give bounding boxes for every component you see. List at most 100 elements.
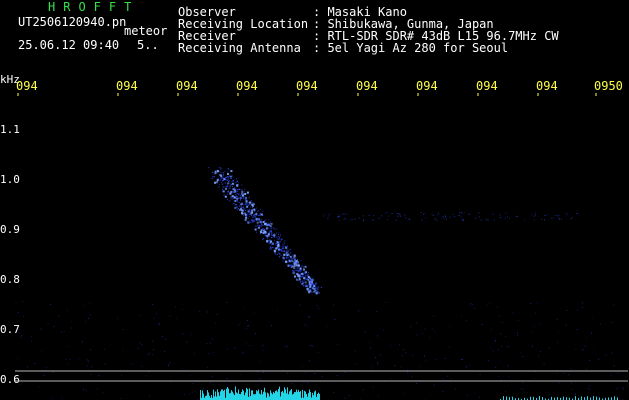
echo-pixel xyxy=(248,196,250,198)
noise-pixel xyxy=(31,336,32,338)
spectrum-bar xyxy=(211,395,212,400)
noise-pixel xyxy=(576,309,578,311)
noise-pixel xyxy=(385,301,387,303)
noise-pixel xyxy=(308,360,310,362)
echo-pixel xyxy=(259,214,261,216)
echo-pixel xyxy=(304,271,306,273)
echo-pixel xyxy=(314,292,316,294)
echo-pixel xyxy=(294,269,296,271)
echo-pixel xyxy=(304,273,306,275)
noise-pixel xyxy=(181,309,183,310)
spectrum-bar xyxy=(581,396,582,400)
noise-pixel xyxy=(622,388,624,390)
echo-pixel xyxy=(250,214,252,216)
echo-pixel xyxy=(244,208,246,210)
echo-pixel xyxy=(250,206,251,208)
echo-pixel xyxy=(288,264,290,266)
echo-pixel xyxy=(243,197,245,198)
spectrum-bar xyxy=(216,396,217,400)
noise-pixel xyxy=(410,326,412,328)
echo-pixel xyxy=(237,182,239,184)
echo-pixel xyxy=(236,207,238,209)
echo-pixel xyxy=(268,227,270,229)
noise-pixel xyxy=(424,328,426,330)
noise-pixel xyxy=(450,378,452,380)
echo-pixel xyxy=(232,180,234,182)
echo-pixel xyxy=(230,178,232,179)
echo-pixel xyxy=(297,271,299,273)
noise-pixel xyxy=(85,390,87,391)
echo-pixel xyxy=(271,242,273,244)
echo-tail-pixel xyxy=(372,219,374,221)
noise-pixel xyxy=(492,350,494,352)
noise-pixel xyxy=(581,302,583,304)
echo-pixel xyxy=(228,169,230,171)
noise-pixel xyxy=(189,374,191,376)
echo-pixel xyxy=(236,196,238,198)
noise-pixel xyxy=(498,349,499,351)
echo-tail-pixel xyxy=(567,213,569,215)
echo-tail-pixel xyxy=(478,216,480,218)
echo-pixel xyxy=(230,170,233,173)
echo-pixel xyxy=(259,226,261,228)
echo-pixel xyxy=(276,236,278,238)
echo-pixel xyxy=(278,255,280,257)
echo-tail-pixel xyxy=(531,214,533,216)
noise-pixel xyxy=(616,387,618,389)
hrofft-screen: HROFFT UT2506120940.pn meteor 25.06.12 0… xyxy=(0,0,629,400)
echo-pixel xyxy=(292,263,294,265)
echo-pixel xyxy=(316,288,318,290)
noise-pixel xyxy=(188,393,190,395)
echo-pixel xyxy=(236,200,238,201)
echo-pixel xyxy=(256,207,258,209)
echo-pixel xyxy=(315,284,317,286)
echo-pixel xyxy=(237,189,239,191)
echo-pixel xyxy=(279,257,281,259)
echo-pixel xyxy=(255,228,257,230)
noise-pixel xyxy=(206,343,208,345)
noise-pixel xyxy=(517,320,519,321)
spectrum-bar xyxy=(261,390,262,400)
noise-pixel xyxy=(370,347,371,349)
noise-pixel xyxy=(530,303,532,304)
echo-pixel xyxy=(278,250,280,251)
echo-pixel xyxy=(301,276,303,278)
echo-pixel xyxy=(220,172,222,174)
echo-pixel xyxy=(270,246,271,247)
spectrum-bar xyxy=(243,390,244,400)
noise-pixel xyxy=(415,322,417,324)
echo-tail-pixel xyxy=(576,213,578,215)
echo-pixel xyxy=(240,198,242,200)
echo-pixel xyxy=(225,187,227,190)
echo-pixel xyxy=(273,237,275,238)
spectrum-bar xyxy=(299,392,300,400)
noise-pixel xyxy=(575,394,576,395)
echo-tail-pixel xyxy=(339,215,341,217)
echo-tail-pixel xyxy=(337,216,339,217)
echo-tail-pixel xyxy=(533,219,535,221)
noise-pixel xyxy=(538,355,540,357)
spectrum-bar xyxy=(228,388,229,400)
noise-pixel xyxy=(460,358,462,360)
echo-pixel xyxy=(297,267,298,269)
echo-pixel xyxy=(260,220,261,222)
echo-pixel xyxy=(217,177,219,179)
echo-pixel xyxy=(293,265,295,267)
noise-pixel xyxy=(216,314,218,315)
noise-pixel xyxy=(411,376,413,378)
spectrum-bar xyxy=(593,396,594,400)
noise-pixel xyxy=(391,377,392,379)
echo-pixel xyxy=(294,275,296,278)
echo-pixel xyxy=(244,196,246,198)
echo-pixel xyxy=(312,292,314,293)
echo-pixel xyxy=(254,220,255,222)
noise-pixel xyxy=(344,397,346,399)
noise-pixel xyxy=(168,365,169,366)
echo-pixel xyxy=(282,247,284,249)
echo-pixel xyxy=(249,211,251,213)
noise-pixel xyxy=(588,387,590,389)
echo-pixel xyxy=(265,219,267,221)
noise-pixel xyxy=(333,391,335,393)
echo-pixel xyxy=(270,248,272,250)
echo-pixel xyxy=(255,225,257,227)
